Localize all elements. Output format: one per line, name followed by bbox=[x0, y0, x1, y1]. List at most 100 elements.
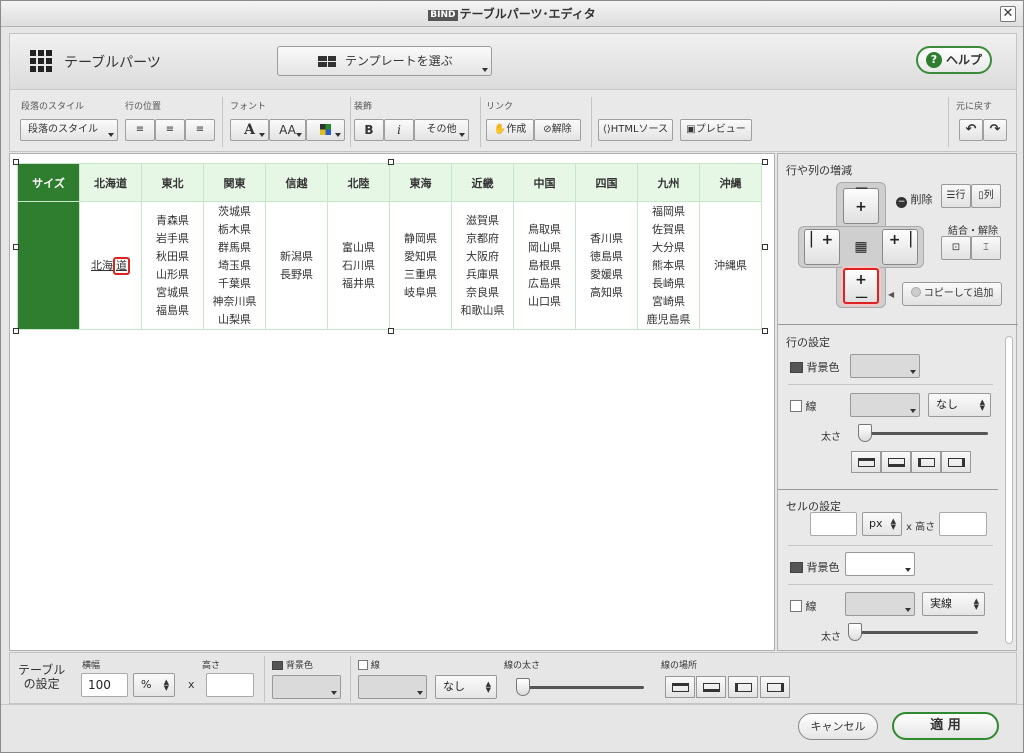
table-header-cell[interactable]: 関東 bbox=[203, 163, 266, 202]
link-create-button[interactable]: ✋作成 bbox=[486, 119, 534, 141]
table-cell[interactable]: 香川県 徳島県 愛媛県 高知県 bbox=[575, 201, 638, 330]
table-header-cell[interactable]: 東北 bbox=[141, 163, 204, 202]
row-bg-color-select[interactable] bbox=[850, 354, 920, 378]
add-col-left-button[interactable]: ▏+ bbox=[804, 229, 840, 265]
cell-unit-select[interactable]: px ▲ ▼ bbox=[862, 512, 902, 536]
table-border-bottom-button[interactable] bbox=[696, 676, 726, 698]
slider-knob[interactable] bbox=[858, 424, 872, 442]
table-header-cell[interactable]: 沖縄 bbox=[699, 163, 762, 202]
resize-handle[interactable] bbox=[388, 159, 394, 165]
help-button[interactable]: ? ヘルプ bbox=[916, 46, 992, 74]
preview-button[interactable]: ▣プレビュー bbox=[680, 119, 752, 141]
table-header-cell[interactable]: 北海道 bbox=[79, 163, 142, 202]
table-header-cell[interactable]: 東海 bbox=[389, 163, 452, 202]
redo-button[interactable]: ↷ bbox=[983, 119, 1007, 141]
table-border-right-button[interactable] bbox=[760, 676, 790, 698]
cell-thickness-slider[interactable] bbox=[852, 631, 978, 634]
resize-handle[interactable] bbox=[762, 159, 768, 165]
border-bottom-button[interactable] bbox=[881, 451, 911, 473]
table-cell[interactable]: 青森県 岩手県 秋田県 山形県 宮城県 福島県 bbox=[141, 201, 204, 330]
align-center-button[interactable]: ≡ bbox=[155, 119, 185, 141]
copy-add-button[interactable]: コピーして追加 bbox=[902, 282, 1002, 306]
row-thickness-slider[interactable] bbox=[862, 432, 988, 435]
table-line-color-select[interactable] bbox=[358, 675, 427, 699]
apply-button[interactable]: 適 用 bbox=[892, 712, 999, 740]
align-right-button[interactable]: ≡ bbox=[185, 119, 215, 141]
table-cell[interactable]: 静岡県 愛知県 三重県 岐阜県 bbox=[389, 201, 452, 330]
font-size-button[interactable]: AA bbox=[269, 119, 306, 141]
table-line-style-select[interactable]: なし ▲ ▼ bbox=[435, 675, 497, 699]
close-icon[interactable]: ✕ bbox=[1000, 6, 1016, 22]
table-line-checkbox[interactable] bbox=[358, 660, 368, 670]
cancel-button[interactable]: キャンセル bbox=[798, 713, 878, 740]
table-width-input[interactable]: 100 bbox=[81, 673, 128, 697]
resize-handle[interactable] bbox=[762, 244, 768, 250]
table-cell[interactable]: 富山県 石川県 福井県 bbox=[327, 201, 390, 330]
add-row-below-button[interactable]: + ▁▁ bbox=[843, 268, 879, 304]
cell-line-checkbox[interactable] bbox=[790, 600, 802, 612]
table-cell[interactable]: 北海道 bbox=[79, 201, 142, 330]
row-line-checkbox[interactable] bbox=[790, 400, 802, 412]
table-header-cell[interactable]: 中国 bbox=[513, 163, 576, 202]
border-right-button[interactable] bbox=[941, 451, 971, 473]
table-cell[interactable]: 福岡県 佐賀県 大分県 熊本県 長崎県 宮崎県 鹿児島県 bbox=[637, 201, 700, 330]
split-button[interactable]: ⌶ bbox=[971, 236, 1001, 260]
border-left-button[interactable] bbox=[911, 451, 941, 473]
table-width-unit-select[interactable]: % ▲ ▼ bbox=[133, 673, 175, 697]
bold-button[interactable]: B bbox=[354, 119, 384, 141]
add-row-above-button[interactable]: ▔▔ + bbox=[843, 188, 879, 224]
region-table[interactable]: サイズ 北海道 東北 関東 信越 北陸 東海 近畿 中国 四国 九州 沖縄 北海道青森県 岩手県 秋田県山… bbox=[17, 163, 762, 330]
slider-knob[interactable] bbox=[516, 678, 530, 696]
cell-line-color-select[interactable] bbox=[845, 592, 915, 616]
align-left-button[interactable]: ≡ bbox=[125, 119, 155, 141]
add-col-right-button[interactable]: +▕ bbox=[882, 229, 918, 265]
table-cell[interactable]: 鳥取県 岡山県 島根県 広島県 山口県 bbox=[513, 201, 576, 330]
table-thickness-slider[interactable] bbox=[522, 686, 644, 689]
html-source-button[interactable]: ⟨⟩HTMLソース bbox=[598, 119, 673, 141]
para-style-select[interactable]: 段落のスタイル bbox=[20, 119, 118, 141]
cell-width-input[interactable] bbox=[810, 512, 857, 536]
table-canvas[interactable]: サイズ 北海道 東北 関東 信越 北陸 東海 近畿 中国 四国 九州 沖縄 北海道青森県 岩手県 秋田県山… bbox=[9, 153, 775, 651]
slider-knob[interactable] bbox=[848, 623, 862, 641]
table-cell[interactable] bbox=[17, 201, 80, 330]
table-cell[interactable]: 沖縄県 bbox=[699, 201, 762, 330]
resize-handle[interactable] bbox=[762, 328, 768, 334]
cell-line-style-select[interactable]: 実線 ▲ ▼ bbox=[922, 592, 985, 616]
merge-button[interactable]: ⊡ bbox=[941, 236, 971, 260]
font-face-button[interactable]: A bbox=[230, 119, 269, 141]
delete-col-button[interactable]: ▯列 bbox=[971, 184, 1001, 208]
delete-row-button[interactable]: ☰行 bbox=[941, 184, 971, 208]
row-line-color-select[interactable] bbox=[850, 393, 920, 417]
cell-text: 山梨県 bbox=[218, 312, 251, 326]
resize-handle[interactable] bbox=[13, 328, 19, 334]
table-cell[interactable]: 滋賀県 京都府 大阪府 兵庫県 奈良県 和歌山県 bbox=[451, 201, 514, 330]
cell-height-input[interactable] bbox=[939, 512, 987, 536]
other-decor-button[interactable]: その他 bbox=[414, 119, 469, 141]
font-color-button[interactable] bbox=[306, 119, 345, 141]
table-header-cell[interactable]: 九州 bbox=[637, 163, 700, 202]
border-top-button[interactable] bbox=[851, 451, 881, 473]
undo-button[interactable]: ↶ bbox=[959, 119, 983, 141]
table-cell[interactable]: 新潟県 長野県 bbox=[265, 201, 328, 330]
settings-scrollbar[interactable] bbox=[1005, 336, 1013, 644]
table-bg-color-select[interactable] bbox=[272, 675, 341, 699]
table-cell[interactable]: 茨城県 栃木県 群馬県 埼玉県 千葉県 神奈川県 山梨県 bbox=[203, 201, 266, 330]
table-header-cell[interactable]: 四国 bbox=[575, 163, 638, 202]
row-line-style-select[interactable]: なし ▲ ▼ bbox=[928, 393, 991, 417]
table-border-left-button[interactable] bbox=[728, 676, 758, 698]
cell-bg-color-select[interactable] bbox=[845, 552, 915, 576]
table-header-cell[interactable]: 近畿 bbox=[451, 163, 514, 202]
table-border-top-button[interactable] bbox=[665, 676, 695, 698]
table-header-cell[interactable]: 信越 bbox=[265, 163, 328, 202]
choose-template-button[interactable]: テンプレートを選ぶ bbox=[277, 46, 492, 76]
table-header-cell[interactable]: サイズ bbox=[17, 163, 80, 202]
link-remove-button[interactable]: ⊘解除 bbox=[534, 119, 581, 141]
table-header-cell[interactable]: 北陸 bbox=[327, 163, 390, 202]
cell-text: 愛媛県 bbox=[590, 267, 623, 281]
resize-handle[interactable] bbox=[13, 244, 19, 250]
toolbar-divider bbox=[350, 97, 351, 147]
resize-handle[interactable] bbox=[388, 328, 394, 334]
resize-handle[interactable] bbox=[13, 159, 19, 165]
table-height-input[interactable] bbox=[206, 673, 254, 697]
italic-button[interactable]: i bbox=[384, 119, 414, 141]
